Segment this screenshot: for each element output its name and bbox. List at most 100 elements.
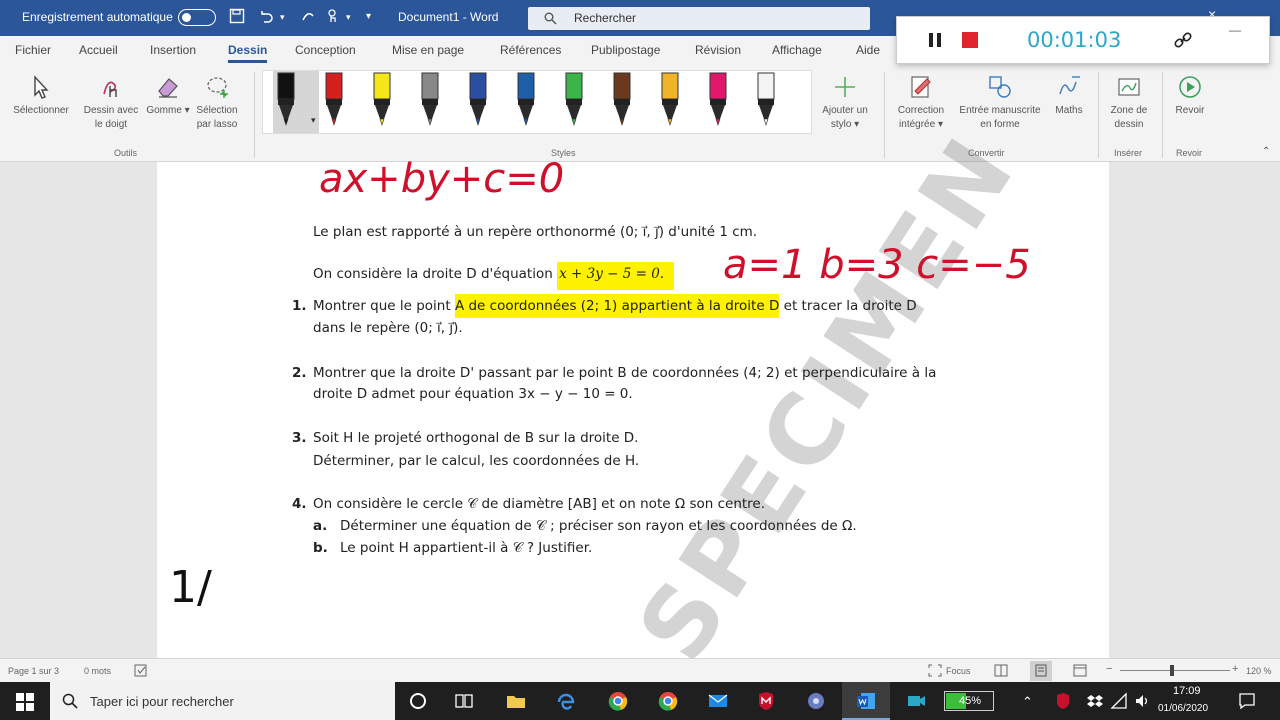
tab-affichage[interactable]: Affichage bbox=[772, 43, 822, 57]
show-hidden-icons[interactable]: ⌃ bbox=[1022, 694, 1033, 710]
edge-browser-icon[interactable] bbox=[544, 682, 588, 720]
print-layout-icon[interactable] bbox=[1034, 664, 1048, 677]
ink-to-shape-button[interactable]: Entrée manuscrite en forme bbox=[952, 74, 1048, 132]
taskbar-search-box[interactable]: Taper ici pour rechercher bbox=[50, 682, 395, 720]
collapse-ribbon-icon[interactable]: ⌃ bbox=[1262, 146, 1270, 157]
search-box[interactable]: Rechercher bbox=[528, 7, 870, 30]
math-button[interactable]: Maths bbox=[1048, 74, 1090, 118]
add-pen-label-1: Ajouter un bbox=[822, 105, 868, 116]
eraser-button[interactable]: Gomme ▾ bbox=[144, 74, 192, 118]
pen-style-7[interactable] bbox=[565, 72, 583, 126]
customize-qat-icon[interactable]: ▾ bbox=[366, 11, 371, 22]
tab-mise-en-page[interactable]: Mise en page bbox=[392, 43, 464, 57]
read-mode-icon[interactable] bbox=[994, 664, 1008, 677]
word-app-icon[interactable] bbox=[844, 682, 888, 720]
chrome-alt-icon[interactable] bbox=[646, 682, 690, 720]
redo-icon[interactable] bbox=[300, 8, 316, 28]
lasso-select-button[interactable]: Sélection par lasso bbox=[190, 74, 244, 132]
tab-insertion[interactable]: Insertion bbox=[150, 43, 196, 57]
volume-tray-icon[interactable] bbox=[1134, 692, 1152, 710]
add-pen-button[interactable]: Ajouter un stylo ▾ bbox=[814, 74, 876, 132]
question-1-line-2: dans le repère (0; ı⃗, ȷ⃗). bbox=[313, 320, 463, 336]
pen-style-11[interactable] bbox=[757, 72, 775, 126]
page-count[interactable]: Page 1 sur 3 bbox=[8, 666, 59, 676]
web-layout-icon[interactable] bbox=[1073, 664, 1087, 677]
zoom-in-icon[interactable]: + bbox=[1232, 663, 1238, 675]
mail-icon[interactable] bbox=[696, 682, 740, 720]
touch-dropdown-icon[interactable]: ▾ bbox=[346, 12, 351, 23]
pen-style-4[interactable] bbox=[421, 72, 439, 126]
ink-editor-icon bbox=[911, 76, 931, 98]
tab-accueil[interactable]: Accueil bbox=[79, 43, 118, 57]
document-page[interactable]: SPECIMEN ax+by+c=0 Le plan est rapporté … bbox=[157, 116, 1109, 680]
replay-label: Revoir bbox=[1175, 105, 1205, 116]
tab-conception[interactable]: Conception bbox=[295, 43, 356, 57]
document-title: Document1 - Word bbox=[398, 10, 499, 24]
autosave-label: Enregistrement automatique bbox=[22, 10, 173, 24]
pen-dropdown-icon[interactable]: ▾ bbox=[311, 115, 316, 126]
status-bar: Page 1 sur 3 0 mots Focus − + 120 % bbox=[0, 658, 1280, 682]
stop-icon[interactable] bbox=[961, 31, 979, 49]
taskbar-search-icon bbox=[62, 693, 78, 709]
pause-icon[interactable] bbox=[927, 31, 943, 49]
tab-dessin[interactable]: Dessin bbox=[228, 43, 268, 63]
pen-style-2[interactable] bbox=[325, 72, 343, 126]
tab-references[interactable]: Références bbox=[500, 43, 561, 57]
mcafee-icon[interactable] bbox=[744, 682, 788, 720]
draw-touch-label-2: le doigt bbox=[94, 119, 128, 130]
select-button[interactable]: Sélectionner bbox=[6, 74, 76, 118]
pen-style-9[interactable] bbox=[661, 72, 679, 126]
group-label-revoir: Revoir bbox=[1176, 148, 1203, 158]
cortana-icon[interactable] bbox=[396, 682, 440, 720]
file-explorer-icon[interactable] bbox=[494, 682, 538, 720]
link-icon[interactable] bbox=[1173, 30, 1193, 50]
tab-publipostage[interactable]: Publipostage bbox=[591, 43, 660, 57]
windows-start-icon[interactable] bbox=[16, 693, 34, 711]
pen-style-1[interactable] bbox=[277, 72, 295, 126]
line-equation-prefix: On considère la droite D d'équation bbox=[313, 266, 558, 282]
network-tray-icon[interactable] bbox=[1110, 692, 1128, 710]
mcafee-tray-icon[interactable] bbox=[1054, 692, 1072, 710]
pen-style-6[interactable] bbox=[517, 72, 535, 126]
undo-icon[interactable] bbox=[258, 8, 274, 28]
pen-style-8[interactable] bbox=[613, 72, 631, 126]
chrome-icon[interactable] bbox=[596, 682, 640, 720]
proofing-icon[interactable] bbox=[134, 664, 148, 677]
pen-style-5[interactable] bbox=[469, 72, 487, 126]
battery-indicator[interactable]: 45% bbox=[944, 691, 994, 711]
tab-revision[interactable]: Révision bbox=[695, 43, 741, 57]
ink-replay-button[interactable]: Revoir bbox=[1168, 74, 1212, 118]
zoom-slider-thumb[interactable] bbox=[1170, 665, 1174, 676]
drawing-canvas-button[interactable]: Zone de dessin bbox=[1102, 74, 1156, 132]
task-view-icon[interactable] bbox=[442, 682, 486, 720]
search-placeholder: Rechercher bbox=[574, 11, 637, 25]
pen-style-10[interactable] bbox=[709, 72, 727, 126]
question-4a-letter: a. bbox=[313, 518, 328, 534]
touch-mode-icon[interactable] bbox=[325, 8, 341, 28]
clock-time[interactable]: 17:09 bbox=[1173, 685, 1201, 697]
focus-icon bbox=[928, 664, 942, 677]
tab-fichier[interactable]: Fichier bbox=[15, 43, 51, 57]
save-icon[interactable] bbox=[229, 8, 245, 28]
minimize-recorder-icon[interactable]: — bbox=[1229, 23, 1241, 37]
tab-aide[interactable]: Aide bbox=[856, 43, 880, 57]
draw-touch-label-1: Dessin avec bbox=[83, 105, 139, 116]
question-1-number: 1. bbox=[292, 298, 307, 314]
pen-style-3[interactable] bbox=[373, 72, 391, 126]
draw-with-touch-button[interactable]: Dessin avec le doigt bbox=[78, 74, 144, 132]
word-count[interactable]: 0 mots bbox=[84, 666, 111, 676]
dropbox-tray-icon[interactable] bbox=[1086, 692, 1104, 710]
undo-dropdown-icon[interactable]: ▾ bbox=[280, 12, 285, 23]
focus-mode-button[interactable]: Focus bbox=[946, 666, 971, 676]
zoom-out-icon[interactable]: − bbox=[1106, 663, 1112, 675]
zoom-slider-track[interactable] bbox=[1120, 670, 1230, 671]
group-label-inserer: Insérer bbox=[1114, 148, 1143, 158]
notifications-icon[interactable] bbox=[1238, 692, 1256, 710]
handwritten-equation: ax+by+c=0 bbox=[319, 156, 565, 202]
autosave-toggle[interactable] bbox=[178, 9, 216, 26]
clock-date[interactable]: 01/06/2020 bbox=[1158, 703, 1208, 714]
recorder-app-icon[interactable] bbox=[894, 682, 938, 720]
media-app-icon[interactable] bbox=[794, 682, 838, 720]
zoom-level[interactable]: 120 % bbox=[1246, 666, 1272, 676]
question-2-number: 2. bbox=[292, 365, 307, 381]
